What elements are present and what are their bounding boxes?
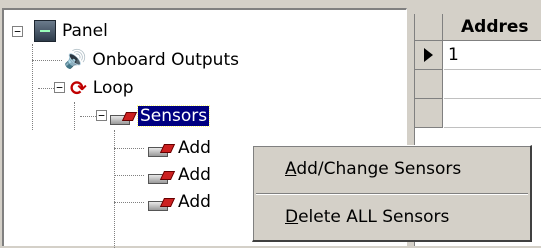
grid-cell-address[interactable] — [444, 99, 541, 128]
menu-accelerator: A — [285, 159, 297, 179]
tree-node-label: Sensors — [136, 105, 211, 127]
grid-header-row: Addres — [415, 14, 541, 41]
collapse-loop-button[interactable]: − — [54, 82, 65, 93]
tree-node-sensor-address[interactable]: Add — [148, 189, 211, 215]
tree-node-sensor-address[interactable]: Add — [148, 162, 211, 188]
tree-connector — [74, 102, 75, 130]
speaker-icon: 🔊 — [64, 49, 87, 70]
tree-node-panel[interactable]: Panel — [34, 18, 108, 44]
tree-node-label: Loop — [92, 78, 134, 98]
menu-item-delete-all-sensors[interactable]: Delete ALL Sensors — [257, 198, 527, 236]
tree-node-label: Add — [178, 192, 211, 212]
menu-item-add-change-sensors[interactable]: Add/Change Sensors — [257, 150, 527, 188]
menu-separator — [256, 193, 528, 195]
tree-connector — [114, 175, 144, 176]
context-menu: Add/Change Sensors Delete ALL Sensors — [252, 145, 532, 242]
column-header-address[interactable]: Addres — [443, 14, 541, 41]
current-row-arrow-icon — [424, 48, 433, 62]
grid-cell-address[interactable] — [444, 70, 541, 99]
collapse-panel-button[interactable]: − — [12, 26, 23, 37]
menu-item-label: elete ALL Sensors — [298, 207, 450, 227]
tree-node-sensor-address[interactable]: Add — [148, 135, 211, 161]
tree-node-loop[interactable]: ⟳ Loop — [70, 75, 134, 101]
row-selector[interactable] — [415, 99, 443, 128]
tree-node-onboard-outputs[interactable]: 🔊 Onboard Outputs — [64, 47, 239, 73]
tree-connector — [114, 202, 144, 203]
panel-icon — [34, 20, 56, 42]
collapse-sensors-button[interactable]: − — [96, 110, 107, 121]
tree-connector — [32, 60, 62, 61]
menu-item-label: dd/Change Sensors — [296, 159, 462, 179]
grid-cell-address[interactable]: 1 — [444, 41, 541, 70]
tree-connector — [114, 148, 144, 149]
row-selector[interactable] — [415, 41, 443, 70]
tree-node-label: Onboard Outputs — [92, 50, 239, 70]
sensor-icon — [148, 144, 172, 157]
tree-connector — [32, 44, 33, 130]
menu-accelerator: D — [285, 207, 299, 227]
loop-icon: ⟳ — [70, 76, 87, 100]
row-selector[interactable] — [415, 70, 443, 99]
sensor-icon — [148, 198, 172, 211]
sensor-icon — [148, 171, 172, 184]
grid-corner-cell[interactable] — [415, 14, 443, 41]
tree-node-sensors[interactable]: Sensors — [110, 103, 211, 129]
tree-node-label: Add — [178, 165, 211, 185]
tree-node-label: Add — [178, 138, 211, 158]
tree-node-label: Panel — [62, 21, 108, 41]
sensor-icon — [110, 112, 134, 125]
